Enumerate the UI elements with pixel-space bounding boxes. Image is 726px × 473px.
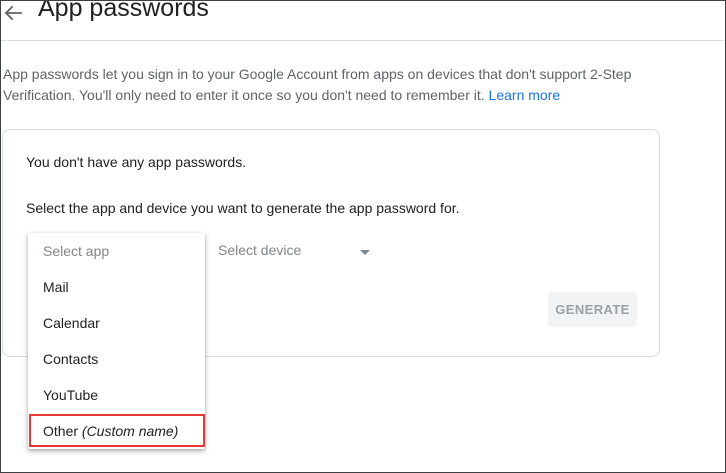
description-text: App passwords let you sign in to your Go…: [3, 64, 703, 106]
header-bar: App passwords: [0, 0, 724, 41]
menu-item-calendar[interactable]: Calendar: [28, 305, 205, 341]
select-device-dropdown[interactable]: Select device: [218, 242, 372, 262]
menu-item-other-label: Other: [43, 423, 82, 439]
caret-down-icon: [360, 250, 370, 255]
arrow-left-icon[interactable]: [2, 0, 24, 26]
menu-item-mail[interactable]: Mail: [28, 269, 205, 305]
menu-item-contacts[interactable]: Contacts: [28, 341, 205, 377]
select-app-menu: Select app Mail Calendar Contacts YouTub…: [28, 233, 205, 449]
select-device-label: Select device: [218, 242, 302, 258]
menu-item-other[interactable]: Other (Custom name): [28, 413, 205, 449]
select-instruction: Select the app and device you want to ge…: [26, 200, 460, 216]
menu-item-youtube[interactable]: YouTube: [28, 377, 205, 413]
no-passwords-message: You don't have any app passwords.: [26, 154, 247, 170]
learn-more-link[interactable]: Learn more: [489, 87, 561, 103]
menu-item-select-app[interactable]: Select app: [28, 233, 205, 269]
page-title: App passwords: [38, 0, 209, 22]
menu-item-other-hint: (Custom name): [81, 423, 179, 439]
generate-button[interactable]: GENERATE: [548, 292, 637, 327]
